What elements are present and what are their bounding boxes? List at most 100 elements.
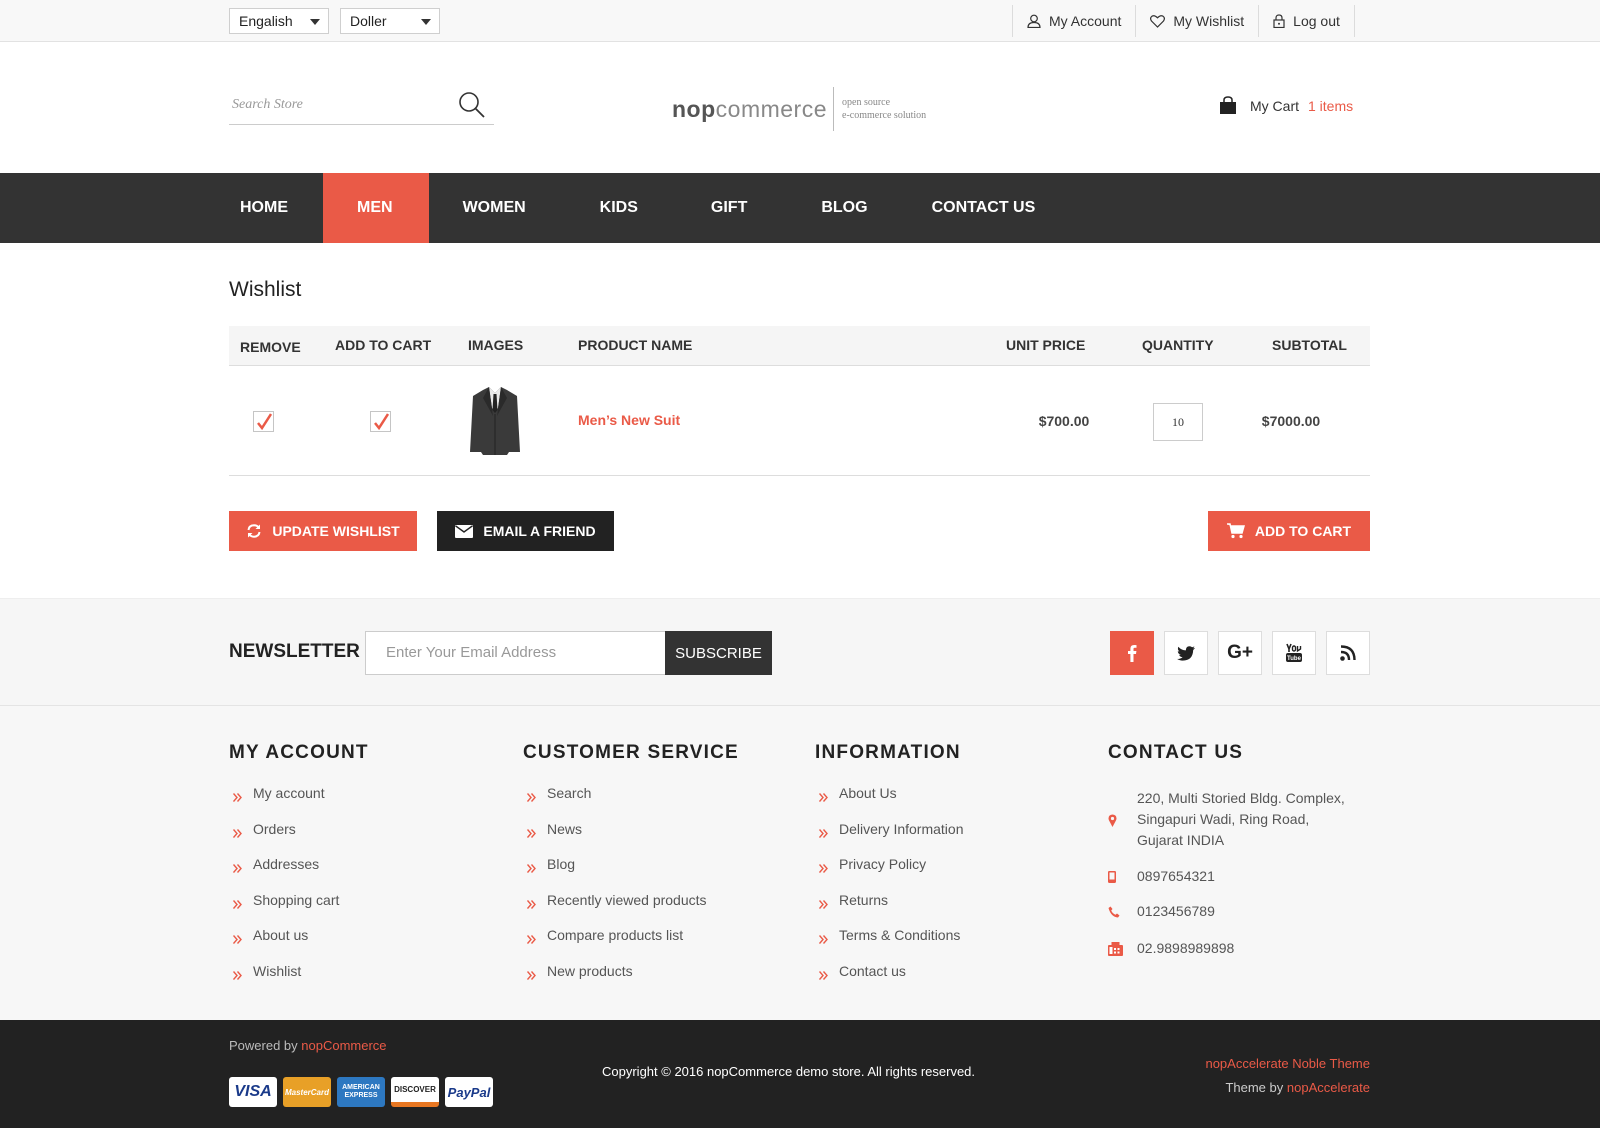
theme-name[interactable]: nopAccelerate Noble Theme xyxy=(1205,1052,1370,1076)
chevron-down-icon xyxy=(310,19,320,25)
email-a-friend-button[interactable]: EMAIL A FRIEND xyxy=(437,511,614,551)
discover-card-icon: DISCOVER xyxy=(391,1077,439,1107)
logo-tagline: open source e-commerce solution xyxy=(842,96,926,122)
col-product-name: PRODUCT NAME xyxy=(578,337,693,353)
theme-by-link[interactable]: nopAccelerate xyxy=(1287,1080,1370,1095)
nav-label: MEN xyxy=(357,199,393,216)
checkmark-icon xyxy=(257,413,272,430)
my-wishlist-link[interactable]: My Wishlist xyxy=(1135,5,1258,37)
double-chevron-right-icon xyxy=(526,825,536,841)
product-image[interactable] xyxy=(469,386,521,456)
quantity-input[interactable]: 10 xyxy=(1153,403,1203,441)
phone-icon xyxy=(1108,906,1120,918)
footer-link-label: Delivery Information xyxy=(839,821,964,837)
footer-link-label: Recently viewed products xyxy=(547,892,707,908)
double-chevron-right-icon xyxy=(818,967,828,983)
double-chevron-right-icon xyxy=(232,825,242,841)
footer-link-label: News xyxy=(547,821,583,837)
nav-label: GIFT xyxy=(710,199,748,216)
subscribe-button[interactable]: SUBSCRIBE xyxy=(665,631,772,675)
double-chevron-right-icon xyxy=(818,825,828,841)
chevron-down-icon xyxy=(421,19,431,25)
double-chevron-right-icon xyxy=(818,896,828,912)
remove-checkbox[interactable] xyxy=(253,411,274,432)
double-chevron-right-icon xyxy=(818,860,828,876)
visa-card-icon: VISA xyxy=(229,1077,277,1107)
nav-item-gift[interactable]: GIFT xyxy=(675,173,784,243)
newsletter-section: NEWSLETTER Enter Your Email Address SUBS… xyxy=(0,598,1600,706)
double-chevron-right-icon xyxy=(232,789,242,805)
cart-icon xyxy=(1226,523,1245,539)
col-subtotal: SUBTOTAL xyxy=(1272,337,1347,353)
footer-link-label: Terms & Conditions xyxy=(839,927,961,943)
nav-item-kids[interactable]: KIDS xyxy=(563,173,675,243)
currency-select[interactable]: Doller xyxy=(340,8,440,34)
double-chevron-right-icon xyxy=(818,931,828,947)
nav-label: KIDS xyxy=(599,199,638,216)
add-to-cart-button[interactable]: ADD TO CART xyxy=(1208,511,1370,551)
footer-heading: MY ACCOUNT xyxy=(229,742,369,763)
mini-cart[interactable]: My Cart 1 items xyxy=(1219,96,1353,115)
double-chevron-right-icon xyxy=(232,931,242,947)
logo-commerce: commerce xyxy=(715,95,828,122)
language-select[interactable]: Engalish xyxy=(229,8,329,34)
search-input[interactable]: Search Store xyxy=(232,97,303,113)
amex-card-icon: AMERICAN EXPRESS xyxy=(337,1077,385,1107)
contact-fax: 02.9898989898 xyxy=(1137,940,1235,956)
footer-link-label: About us xyxy=(253,927,309,943)
footer-customer-service: CUSTOMER SERVICE xyxy=(523,742,739,784)
heart-icon xyxy=(1150,14,1166,28)
main-nav: HOME MEN WOMEN KIDS GIFT BLOG CONTACT US xyxy=(0,173,1600,243)
col-unit-price: UNIT PRICE xyxy=(1006,337,1086,353)
nav-item-blog[interactable]: BLOG xyxy=(784,173,904,243)
footer-link-label: New products xyxy=(547,963,633,979)
youtube-icon[interactable]: Tube xyxy=(1272,631,1316,675)
newsletter-label: NEWSLETTER xyxy=(229,641,360,662)
language-value: Engalish xyxy=(239,13,293,29)
double-chevron-right-icon xyxy=(232,860,242,876)
svg-text:Tube: Tube xyxy=(1287,656,1302,662)
footer-link-label: Compare products list xyxy=(547,927,684,943)
footer-heading: CUSTOMER SERVICE xyxy=(523,742,739,763)
my-account-link[interactable]: My Account xyxy=(1012,5,1135,37)
search-box[interactable]: Search Store xyxy=(229,88,494,125)
newsletter-email-input[interactable]: Enter Your Email Address xyxy=(365,631,666,675)
update-wishlist-label: UPDATE WISHLIST xyxy=(272,523,400,539)
theme-by-label: Theme by xyxy=(1225,1080,1284,1095)
search-icon[interactable] xyxy=(458,91,486,119)
footer-information: INFORMATION xyxy=(815,742,961,784)
col-remove: REMOVE xyxy=(240,339,301,355)
nav-label: CONTACT US xyxy=(931,199,1036,216)
nav-item-women[interactable]: WOMEN xyxy=(429,173,563,243)
bottom-bar: Powered by nopCommerce VISA MasterCard A… xyxy=(0,1020,1600,1128)
nav-item-contact-us[interactable]: CONTACT US xyxy=(905,173,1056,243)
footer-contact-us: CONTACT US xyxy=(1108,742,1243,784)
rss-icon[interactable] xyxy=(1326,631,1370,675)
nav-item-men[interactable]: MEN xyxy=(323,173,429,243)
add-to-cart-checkbox[interactable] xyxy=(370,411,391,432)
lock-icon xyxy=(1273,14,1285,28)
currency-value: Doller xyxy=(350,13,387,29)
update-wishlist-button[interactable]: UPDATE WISHLIST xyxy=(229,511,417,551)
product-name-link[interactable]: Men’s New Suit xyxy=(578,412,680,428)
google-plus-icon[interactable]: G+ xyxy=(1218,631,1262,675)
contact-address: 220, Multi Storied Bldg. Complex, Singap… xyxy=(1137,788,1345,851)
nav-item-home[interactable]: HOME xyxy=(229,173,299,243)
twitter-icon[interactable] xyxy=(1164,631,1208,675)
double-chevron-right-icon xyxy=(818,789,828,805)
envelope-icon xyxy=(455,524,474,538)
logout-link[interactable]: Log out xyxy=(1258,5,1355,37)
table-row: Men’s New Suit $700.00 10 $7000.00 xyxy=(229,366,1370,476)
powered-by-label: Powered by xyxy=(229,1038,298,1053)
footer-my-account: MY ACCOUNT xyxy=(229,742,369,784)
wishlist-table-header: REMOVE ADD TO CART IMAGES PRODUCT NAME U… xyxy=(229,326,1370,366)
fax-icon xyxy=(1108,942,1123,956)
cart-label: My Cart xyxy=(1250,97,1299,114)
powered-by-link[interactable]: nopCommerce xyxy=(301,1038,386,1053)
nav-label: BLOG xyxy=(821,199,868,216)
copyright: Copyright © 2016 nopCommerce demo store.… xyxy=(602,1064,976,1079)
col-add-to-cart: ADD TO CART xyxy=(335,337,432,353)
facebook-icon[interactable] xyxy=(1110,631,1154,675)
logo-divider xyxy=(833,87,835,131)
site-logo[interactable]: nop commerce open source e-commerce solu… xyxy=(672,86,926,132)
